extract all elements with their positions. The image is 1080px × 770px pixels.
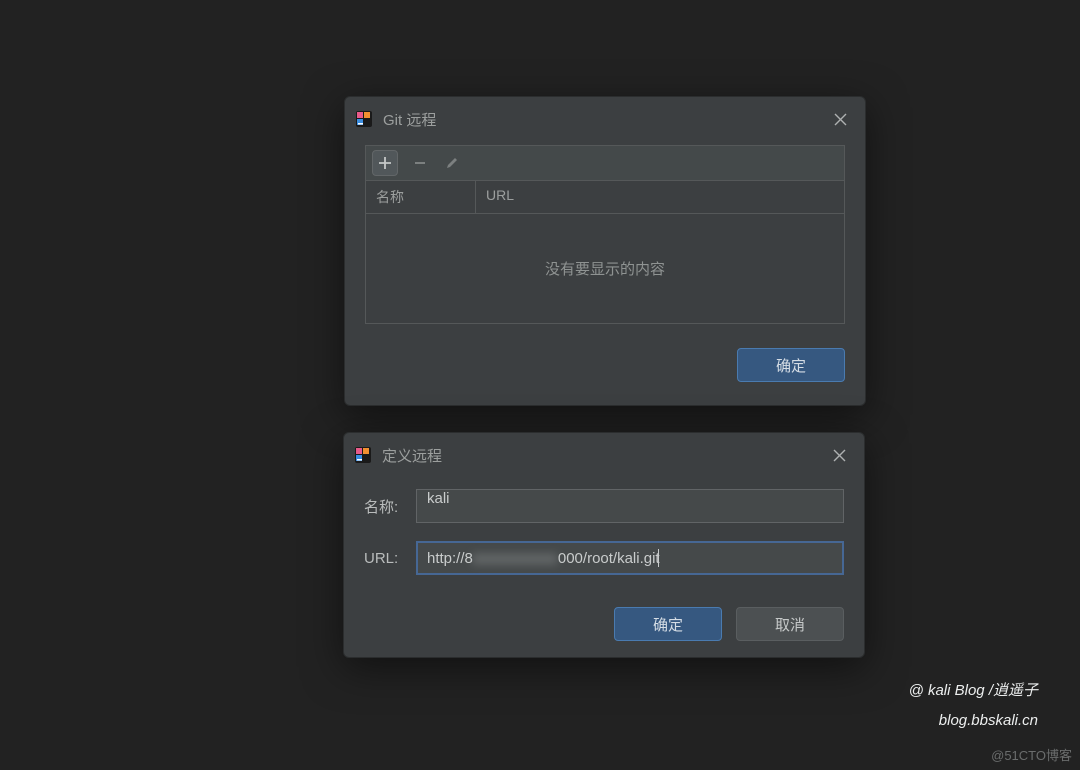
name-row: 名称: kali (364, 489, 844, 523)
name-value: kali (427, 490, 450, 507)
git-remotes-dialog: Git 远程 名称 URL 没有要显示的内容 确定 (344, 96, 866, 406)
edit-button[interactable] (442, 153, 462, 173)
dialog-body: 名称 URL 没有要显示的内容 (345, 141, 865, 334)
dialog-title: 定义远程 (382, 445, 442, 466)
dialog-body: 名称: kali URL: http://8xxxxxxxxxx000/root… (344, 477, 864, 575)
titlebar: 定义远程 (344, 433, 864, 477)
table-empty-message: 没有要显示的内容 (365, 214, 845, 324)
titlebar: Git 远程 (345, 97, 865, 141)
remove-button[interactable] (410, 153, 430, 173)
watermark: @51CTO博客 (991, 745, 1072, 764)
credits: @ kali Blog /逍遥子 blog.bbskali.cn (909, 676, 1038, 736)
url-row: URL: http://8xxxxxxxxxx000/root/kali.git (364, 541, 844, 575)
name-label: 名称: (364, 496, 416, 517)
intellij-icon (355, 110, 373, 128)
dialog-title: Git 远程 (383, 109, 436, 130)
url-value-prefix: http://8 (427, 550, 473, 567)
add-button[interactable] (372, 150, 398, 176)
credits-line-1: @ kali Blog /逍遥子 (909, 676, 1038, 706)
url-value-obscured: xxxxxxxxxx (473, 550, 558, 567)
col-url[interactable]: URL (476, 181, 844, 213)
close-button[interactable] (827, 106, 853, 132)
col-name[interactable]: 名称 (366, 181, 476, 213)
url-label: URL: (364, 550, 416, 567)
toolbar (365, 145, 845, 181)
cancel-button[interactable]: 取消 (736, 607, 844, 641)
dialog-footer: 确定 (345, 334, 865, 382)
close-button[interactable] (826, 442, 852, 468)
url-input[interactable]: http://8xxxxxxxxxx000/root/kali.git (416, 541, 844, 575)
text-caret (658, 549, 659, 567)
define-remote-dialog: 定义远程 名称: kali URL: http://8xxxxxxxxxx000… (343, 432, 865, 658)
ok-button[interactable]: 确定 (614, 607, 722, 641)
credits-line-2: blog.bbskali.cn (909, 706, 1038, 736)
url-value-suffix: 000/root/kali.git (558, 550, 660, 567)
name-input[interactable]: kali (416, 489, 844, 523)
ok-button[interactable]: 确定 (737, 348, 845, 382)
dialog-footer: 确定 取消 (344, 593, 864, 641)
intellij-icon (354, 446, 372, 464)
table-header: 名称 URL (365, 181, 845, 214)
